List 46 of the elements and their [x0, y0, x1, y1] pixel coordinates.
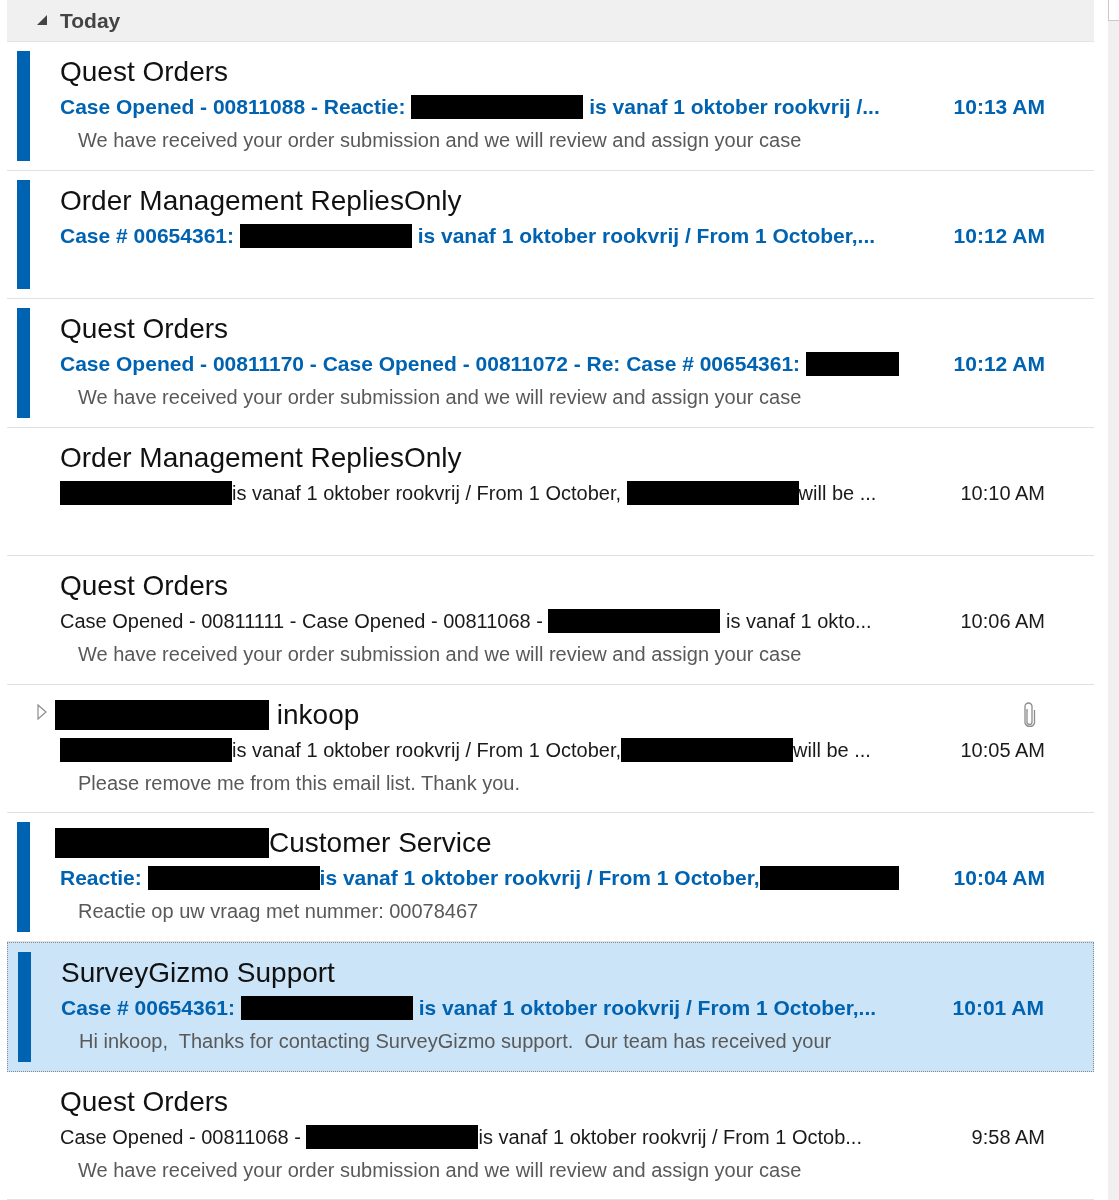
scrollbar-thumb[interactable]	[1108, 0, 1119, 21]
sender-name: Customer Service	[269, 826, 492, 861]
received-time: 10:01 AM	[951, 994, 1044, 1021]
subject-text: Case Opened - 00811170 - Case Opened - 00811072 - Re: Case # 00654361:	[60, 351, 802, 378]
message-preview: We have received your order submission and we will review and assign your case	[78, 385, 802, 411]
sender-name: Quest Orders	[60, 312, 229, 347]
subject-text: is vanaf 1 oktober rookvrij /...	[588, 94, 880, 120]
subject-text: Case # 00654361:	[60, 222, 235, 249]
subject-text: is vanaf 1 oktober rookvrij / From 1 October,	[232, 737, 622, 763]
group-header[interactable]: Today	[7, 0, 1094, 42]
subject-text: is vanaf 1 okto...	[725, 609, 872, 635]
received-time: 10:10 AM	[959, 480, 1045, 506]
expand-triangle-icon[interactable]	[37, 703, 47, 720]
subject-text: Case Opened - 00811111 - Case Opened - 00811068 -	[60, 609, 544, 635]
received-time: 9:58 AM	[970, 1124, 1045, 1150]
sender-name: Quest Orders	[60, 569, 229, 604]
subject-text: Case Opened - 00811068 -	[60, 1124, 302, 1150]
sender-name: Quest Orders	[60, 1084, 229, 1119]
subject-text: is vanaf 1 oktober rookvrij / From 1 October,...	[417, 994, 877, 1021]
message-preview: Hi inkoop, Thanks for contacting SurveyGizmo support. Our team has received your	[79, 1028, 832, 1054]
received-time: 10:12 AM	[952, 351, 1045, 378]
message-preview: Reactie op uw vraag met nummer: 00078467	[78, 899, 479, 925]
message-row[interactable]: SurveyGizmo Support Case # 00654361: is vanaf 1 oktober rookvrij / From 1 October,... 10:01 AM Hi inkoop, Thanks for contacting SurveyGizmo support. Our team has received your	[7, 941, 1094, 1072]
subject-text: is vanaf 1 oktober rookvrij / From 1 October,...	[416, 222, 876, 249]
collapse-triangle-icon[interactable]	[37, 14, 47, 25]
subject-text: Case Opened - 00811088 - Reactie:	[60, 94, 407, 120]
sender-name: SurveyGizmo Support	[61, 955, 335, 990]
received-time: 10:13 AM	[952, 94, 1045, 120]
received-time: 10:06 AM	[959, 609, 1045, 635]
subject-text: Reactie:	[60, 865, 143, 892]
subject-text: is vanaf 1 oktober rookvrij / From 1 October,	[319, 865, 760, 892]
message-preview: Please remove me from this email list. Thank you.	[78, 770, 521, 796]
sender-name: Order Management RepliesOnly	[60, 440, 462, 475]
subject-text: Case # 00654361:	[61, 994, 236, 1021]
message-preview: We have received your order submission and we will review and assign your case	[78, 642, 802, 668]
subject-text: is vanaf 1 oktober rookvrij / From 1 October,	[232, 480, 623, 506]
subject-text: is vanaf 1 oktober rookvrij / From 1 Octob...	[478, 1124, 862, 1150]
subject-text: will be ...	[793, 737, 871, 763]
received-time: 10:04 AM	[952, 865, 1045, 892]
sender-name: Quest Orders	[60, 55, 229, 89]
message-preview: We have received your order submission and we will review and assign your case	[78, 1157, 802, 1183]
received-time: 10:12 AM	[952, 222, 1045, 249]
sender-name: Order Management RepliesOnly	[60, 183, 462, 218]
received-time: 10:05 AM	[959, 737, 1045, 763]
sender-name: inkoop	[275, 697, 360, 732]
message-preview: We have received your order submission and we will review and assign your case	[78, 128, 802, 153]
